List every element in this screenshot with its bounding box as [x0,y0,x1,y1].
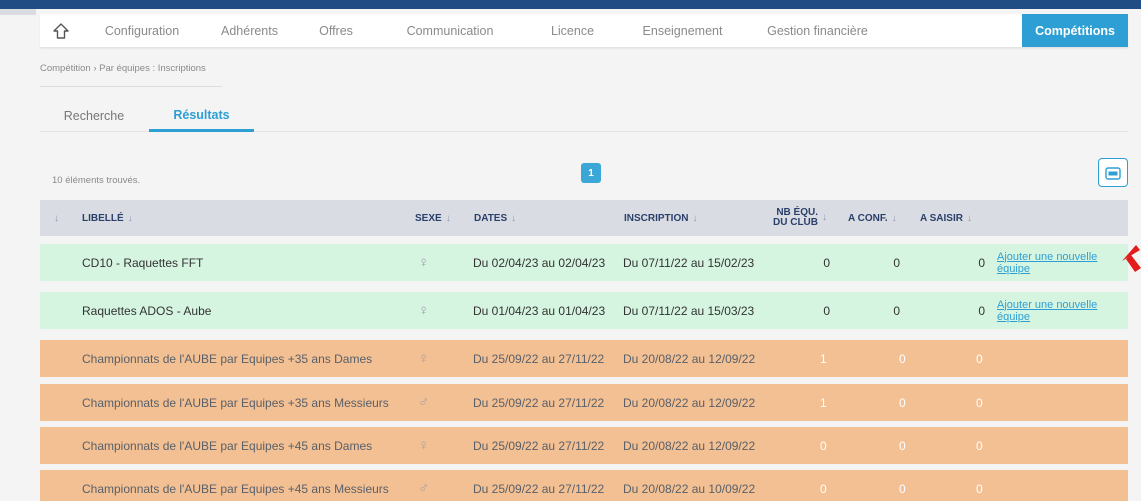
row-inscription: Du 20/08/22 au 12/09/22 [623,438,756,453]
nav-item-offres[interactable]: Offres [297,14,375,47]
sort-icon: ↓ [891,212,897,224]
row-a-saisir: 0 [976,351,983,366]
row-a-saisir: 0 [978,255,985,270]
sort-icon: ↓ [511,212,517,224]
row-nb-equ: 0 [820,481,827,496]
nav-item-communication[interactable]: Communication [375,14,525,47]
breadcrumb: Compétition › Par équipes : Inscriptions [40,63,206,74]
row-a-conf: 0 [899,438,906,453]
header-a-saisir[interactable]: A SAISIR ↓ [920,200,972,236]
header-dates[interactable]: DATES ↓ [474,200,516,236]
nav-item-configuration[interactable]: Configuration [82,14,202,47]
table-row[interactable]: Championnats de l'AUBE par Equipes +35 a… [40,384,1128,421]
sort-icon: ↓ [822,212,827,223]
table-row[interactable]: Championnats de l'AUBE par Equipes +35 a… [40,340,1128,377]
nav-home-button[interactable] [40,14,82,47]
header-inscription[interactable]: INSCRIPTION ↓ [624,200,697,236]
tab-resultats[interactable]: Résultats [149,100,254,132]
row-dates: Du 25/09/22 au 27/11/22 [473,481,605,496]
add-team-link[interactable]: Ajouter une nouvelle équipe [997,244,1122,281]
table-row[interactable]: Raquettes ADOS - Aube ♀ Du 01/04/23 au 0… [40,292,1128,329]
export-button[interactable] [1098,158,1128,187]
row-a-saisir: 0 [976,481,983,496]
row-a-saisir: 0 [976,438,983,453]
row-libelle: Championnats de l'AUBE par Equipes +45 a… [82,481,389,496]
tab-recherche[interactable]: Recherche [50,100,138,132]
add-team-link[interactable]: Ajouter une nouvelle équipe [997,292,1122,329]
female-icon: ♀ [418,350,430,367]
row-a-conf: 0 [899,481,906,496]
header-libelle[interactable]: LIBELLÉ ↓ [82,200,133,236]
row-a-conf: 0 [899,351,906,366]
row-dates: Du 25/09/22 au 27/11/22 [473,351,605,366]
female-icon: ♀ [418,302,430,319]
row-libelle: Championnats de l'AUBE par Equipes +35 a… [82,351,373,366]
table-row[interactable]: Championnats de l'AUBE par Equipes +45 a… [40,427,1128,464]
row-libelle: CD10 - Raquettes FFT [82,255,204,270]
female-icon: ♀ [418,437,430,454]
row-a-saisir: 0 [976,395,983,410]
row-inscription: Du 20/08/22 au 12/09/22 [623,351,756,366]
annotation-arrow-icon [1122,245,1141,272]
row-nb-equ: 0 [820,438,827,453]
row-inscription: Du 07/11/22 au 15/02/23 [623,255,755,270]
top-band [0,0,1141,9]
row-libelle: Championnats de l'AUBE par Equipes +35 a… [82,395,389,410]
row-dates: Du 02/04/23 au 02/04/23 [473,255,606,270]
sort-icon: ↓ [692,212,698,224]
row-inscription: Du 07/11/22 au 15/03/23 [623,303,755,318]
left-strip [0,9,36,15]
row-inscription: Du 20/08/22 au 10/09/22 [623,481,756,496]
row-libelle: Championnats de l'AUBE par Equipes +45 a… [82,438,373,453]
row-dates: Du 25/09/22 au 27/11/22 [473,395,605,410]
sort-icon: ↓ [966,212,972,224]
row-a-conf: 0 [893,255,900,270]
row-inscription: Du 20/08/22 au 12/09/22 [623,395,756,410]
row-a-conf: 0 [893,303,900,318]
results-count: 10 éléments trouvés. [52,175,141,186]
row-a-conf: 0 [899,395,906,410]
male-icon: ♂ [418,480,430,497]
nav-item-adherents[interactable]: Adhérents [202,14,297,47]
row-nb-equ: 0 [823,303,830,318]
breadcrumb-divider [40,86,222,87]
nav-item-enseignement[interactable]: Enseignement [620,14,745,47]
header-a-conf[interactable]: A CONF. ↓ [848,200,897,236]
row-dates: Du 25/09/22 au 27/11/22 [473,438,605,453]
table-row[interactable]: CD10 - Raquettes FFT ♀ Du 02/04/23 au 02… [40,244,1128,281]
main-navbar: Configuration Adhérents Offres Communica… [40,14,1128,48]
row-nb-equ: 1 [820,395,827,410]
row-dates: Du 01/04/23 au 01/04/23 [473,303,606,318]
row-nb-equ: 1 [820,351,827,366]
nav-item-gestion-financiere[interactable]: Gestion financière [745,14,890,47]
nav-item-licence[interactable]: Licence [525,14,620,47]
sort-icon: ↓ [127,212,133,224]
male-icon: ♂ [418,394,430,411]
sort-icon: ↓ [445,212,451,224]
table-row[interactable]: Championnats de l'AUBE par Equipes +45 a… [40,470,1128,501]
row-nb-equ: 0 [823,255,830,270]
header-sort-icon[interactable]: ↓ [50,200,59,236]
pagination-page-1[interactable]: 1 [581,163,601,183]
tabs-bar: Recherche Résultats [40,100,1128,132]
female-icon: ♀ [418,254,430,271]
table-header: ↓ LIBELLÉ ↓ SEXE ↓ DATES ↓ INSCRIPTION ↓ NB … [40,200,1128,236]
home-icon [53,22,69,39]
nav-item-competitions[interactable]: Compétitions [1022,14,1128,47]
row-libelle: Raquettes ADOS - Aube [82,303,212,318]
header-nb-equ[interactable]: NB ÉQU. DU CLUB ↓ [773,200,827,236]
header-sexe[interactable]: SEXE ↓ [415,200,451,236]
csv-export-icon [1105,166,1121,180]
row-a-saisir: 0 [978,303,985,318]
